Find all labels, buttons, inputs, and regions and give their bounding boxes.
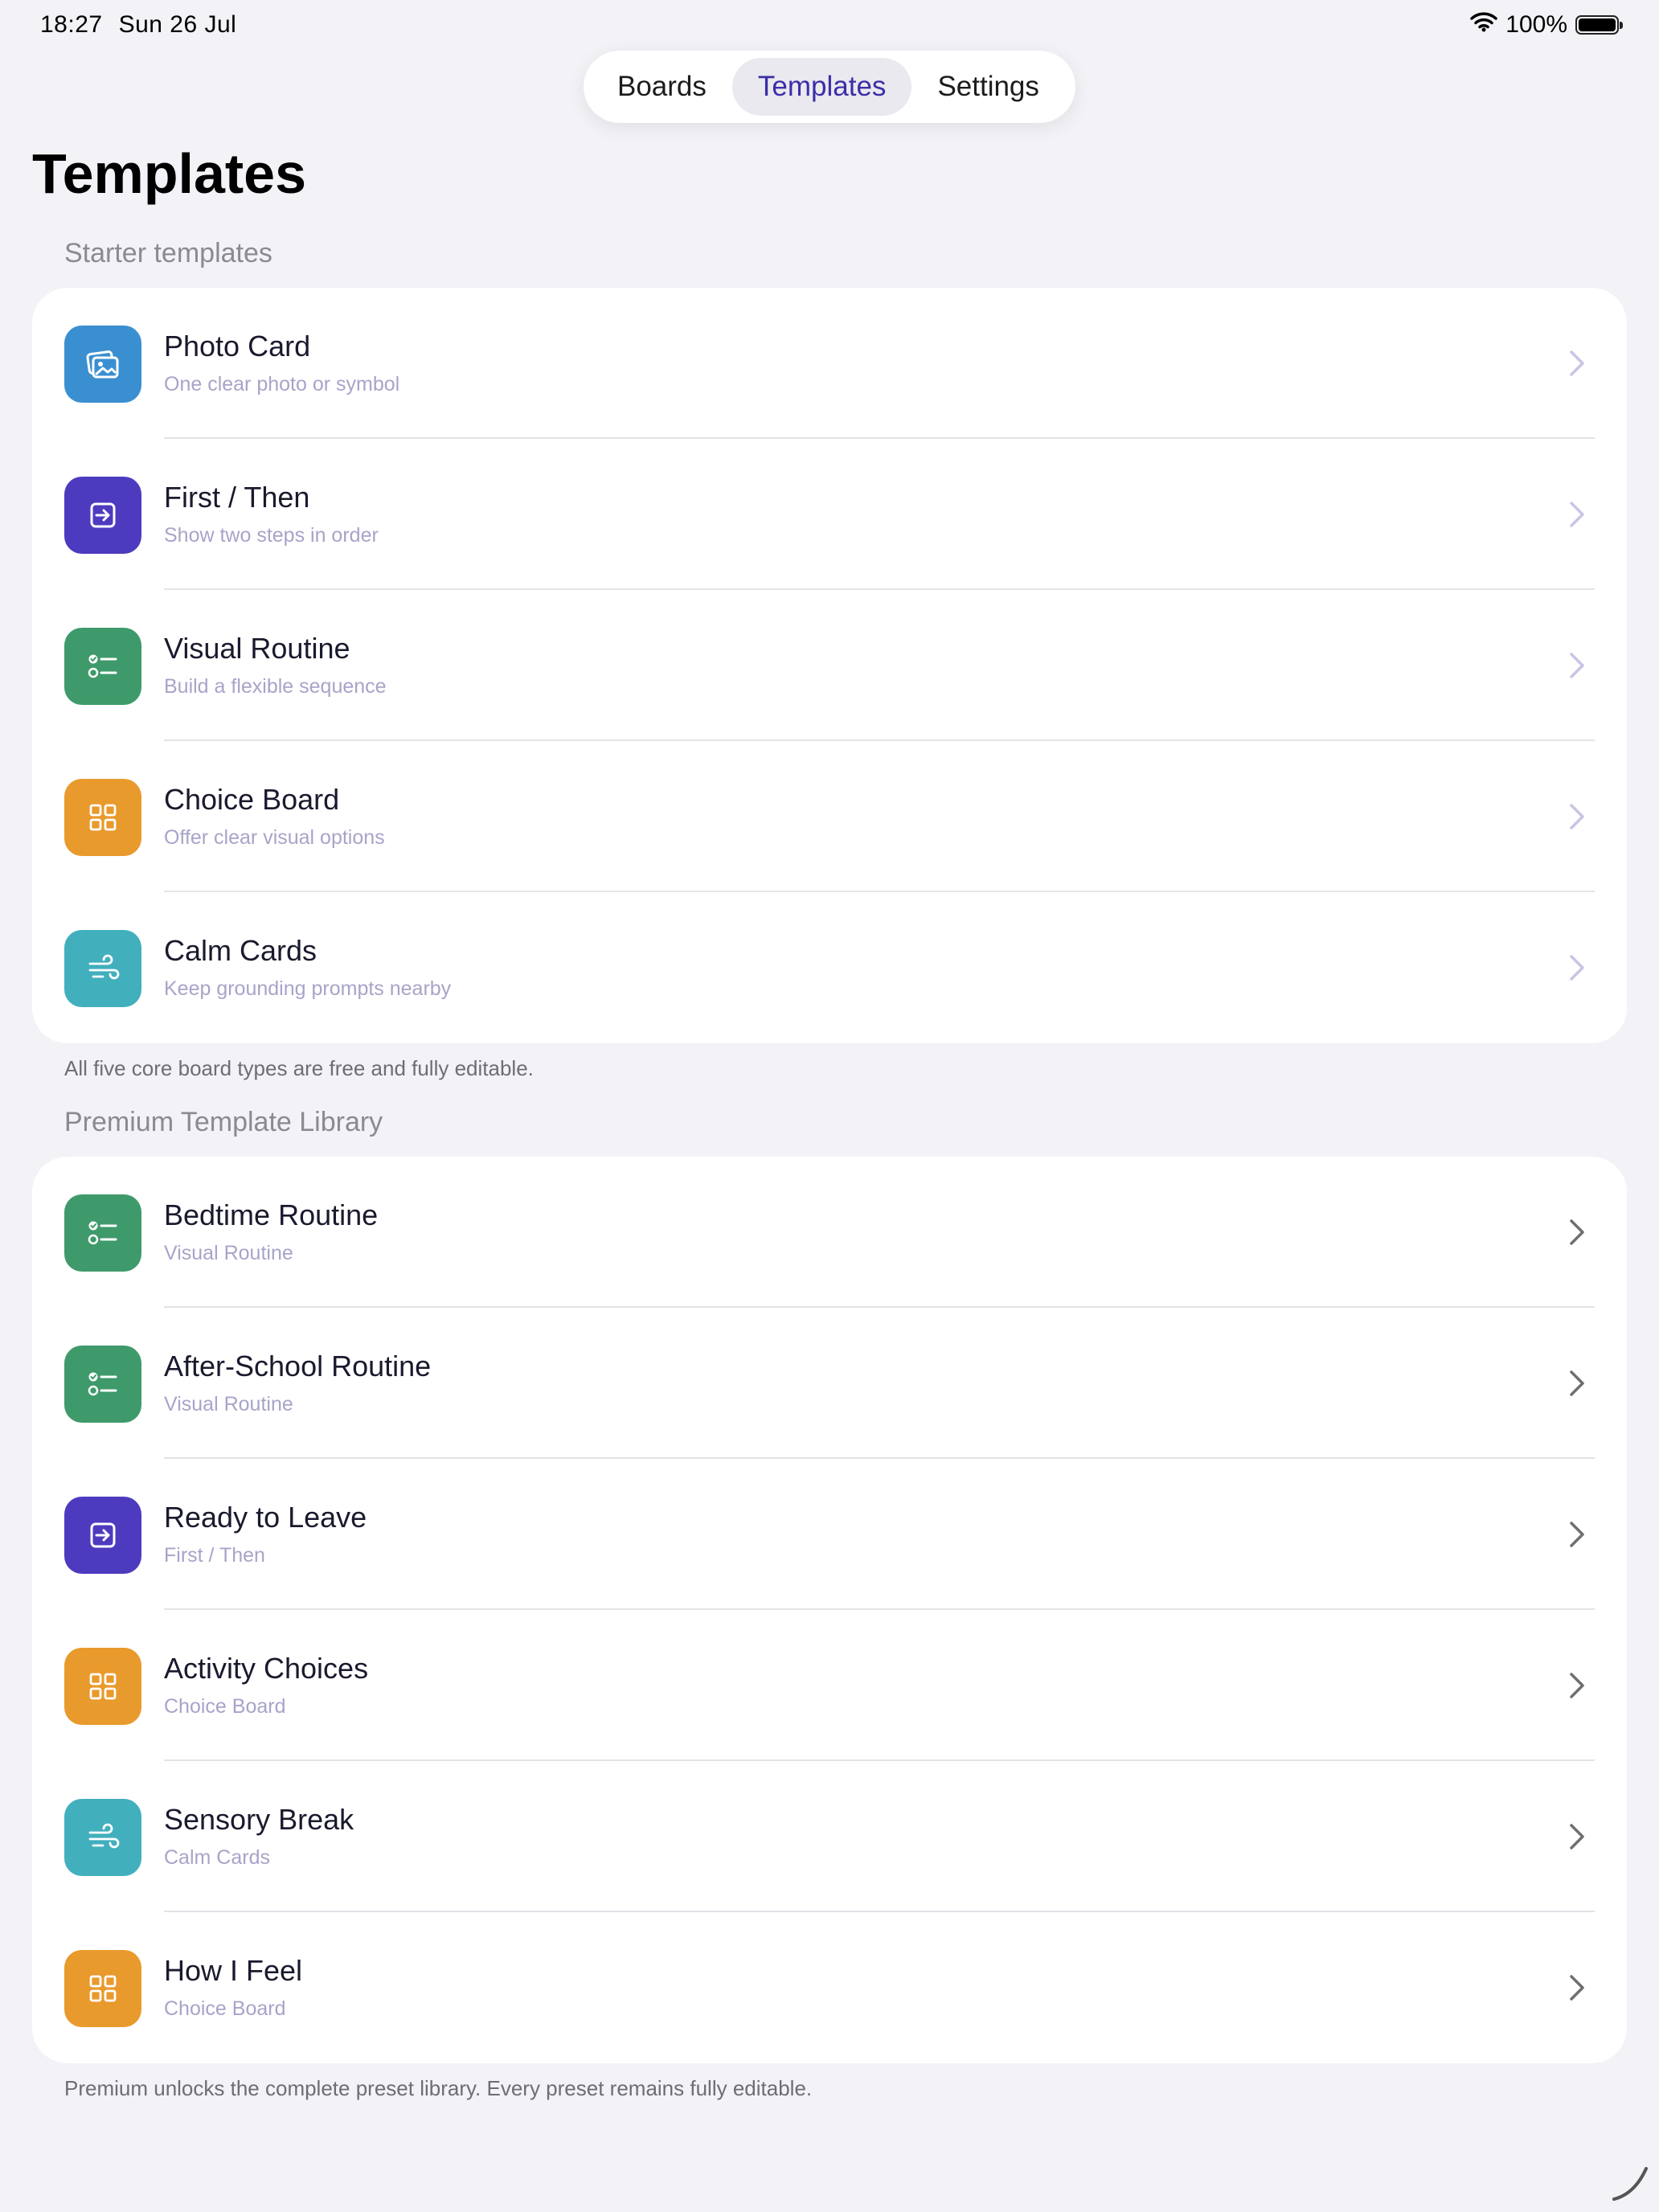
template-title: First / Then — [164, 481, 310, 514]
chevron-right-icon — [1561, 649, 1593, 682]
status-time: 18:27 — [40, 11, 103, 38]
template-row-text: Ready to Leave First / Then — [164, 1501, 367, 1567]
template-row-text: How I Feel Choice Board — [164, 1954, 302, 2021]
grid-icon — [64, 779, 141, 856]
template-subtitle: Keep grounding prompts nearby — [164, 977, 452, 1000]
chevron-right-icon — [1561, 1972, 1593, 2004]
template-title: How I Feel — [164, 1954, 303, 1987]
wind-icon — [64, 1799, 141, 1876]
tab-settings[interactable]: Settings — [911, 58, 1064, 116]
template-row-first-then[interactable]: First / Then Show two steps in order — [32, 439, 1627, 590]
template-row-activity-choices[interactable]: Activity Choices Choice Board — [32, 1610, 1627, 1761]
chevron-right-icon — [1561, 1669, 1593, 1702]
template-row-text: Activity Choices Choice Board — [164, 1652, 368, 1718]
template-subtitle: Visual Routine — [164, 1242, 293, 1264]
template-subtitle: Build a flexible sequence — [164, 675, 387, 698]
template-row-text: First / Then Show two steps in order — [164, 481, 379, 547]
template-title: Calm Cards — [164, 934, 317, 967]
starter-section-header: Starter templates — [64, 238, 272, 268]
chevron-right-icon — [1561, 498, 1593, 530]
template-row-text: Visual Routine Build a flexible sequence — [164, 632, 387, 698]
status-bar: 18:27 Sun 26 Jul 100% — [0, 0, 1659, 51]
template-row-ready-to-leave[interactable]: Ready to Leave First / Then — [32, 1459, 1627, 1610]
template-subtitle: One clear photo or symbol — [164, 373, 400, 395]
chevron-right-icon — [1561, 1216, 1593, 1248]
chevron-right-icon — [1561, 801, 1593, 833]
chevron-right-icon — [1561, 1821, 1593, 1853]
template-row-text: Choice Board Offer clear visual options — [164, 783, 385, 850]
premium-templates-card: Bedtime Routine Visual Routine After-Schoo… — [32, 1157, 1627, 2063]
template-row-calm-cards[interactable]: Calm Cards Keep grounding prompts nearby — [32, 892, 1627, 1043]
template-subtitle: Choice Board — [164, 1695, 286, 1718]
template-subtitle: Choice Board — [164, 1997, 286, 2020]
template-subtitle: First / Then — [164, 1544, 265, 1567]
template-row-choice-board[interactable]: Choice Board Offer clear visual options — [32, 741, 1627, 892]
page-title: Templates — [32, 142, 307, 205]
checklist-icon — [64, 1346, 141, 1423]
template-row-after-school-routine[interactable]: After-School Routine Visual Routine — [32, 1308, 1627, 1459]
wifi-icon — [1470, 11, 1498, 39]
template-title: Visual Routine — [164, 632, 350, 665]
starter-section-footer: All five core board types are free and f… — [64, 1056, 534, 1080]
template-row-visual-routine[interactable]: Visual Routine Build a flexible sequence — [32, 590, 1627, 741]
chevron-right-icon — [1561, 1518, 1593, 1550]
template-row-how-i-feel[interactable]: How I Feel Choice Board — [32, 1912, 1627, 2063]
template-row-photo-card[interactable]: Photo Card One clear photo or symbol — [32, 288, 1627, 439]
template-title: Ready to Leave — [164, 1501, 367, 1534]
premium-section-footer: Premium unlocks the complete preset libr… — [64, 2076, 813, 2100]
template-row-sensory-break[interactable]: Sensory Break Calm Cards — [32, 1761, 1627, 1912]
wind-icon — [64, 930, 141, 1007]
pencil-stroke-icon — [1609, 2164, 1651, 2206]
template-row-text: Calm Cards Keep grounding prompts nearby — [164, 934, 451, 1001]
battery-icon — [1575, 15, 1623, 35]
checklist-icon — [64, 628, 141, 705]
status-indicators: 100% — [1470, 11, 1623, 39]
arrow-in-box-icon — [64, 1497, 141, 1574]
tab-switcher: Boards Templates Settings — [584, 51, 1075, 123]
template-title: Bedtime Routine — [164, 1198, 379, 1231]
chevron-right-icon — [1561, 1367, 1593, 1399]
grid-icon — [64, 1648, 141, 1725]
tab-templates[interactable]: Templates — [731, 58, 912, 116]
template-subtitle: Show two steps in order — [164, 524, 379, 547]
template-subtitle: Visual Routine — [164, 1393, 293, 1415]
status-clock: 18:27 Sun 26 Jul — [40, 11, 236, 39]
template-title: Choice Board — [164, 783, 340, 816]
template-title: Sensory Break — [164, 1803, 354, 1836]
tab-boards[interactable]: Boards — [592, 58, 732, 116]
grid-icon — [64, 1950, 141, 2027]
chevron-right-icon — [1561, 952, 1593, 984]
template-subtitle: Offer clear visual options — [164, 826, 385, 849]
premium-section-header: Premium Template Library — [64, 1107, 383, 1137]
template-row-text: Bedtime Routine Visual Routine — [164, 1198, 378, 1265]
template-row-text: Sensory Break Calm Cards — [164, 1803, 354, 1870]
chevron-right-icon — [1561, 347, 1593, 379]
template-title: Activity Choices — [164, 1652, 369, 1685]
photo-icon — [64, 326, 141, 403]
starter-templates-card: Photo Card One clear photo or symbol First… — [32, 288, 1627, 1043]
template-row-text: Photo Card One clear photo or symbol — [164, 330, 399, 396]
template-title: After-School Routine — [164, 1350, 432, 1382]
status-date: Sun 26 Jul — [118, 11, 237, 38]
template-title: Photo Card — [164, 330, 311, 363]
template-subtitle: Calm Cards — [164, 1846, 270, 1869]
battery-percentage: 100% — [1505, 11, 1567, 38]
template-row-bedtime-routine[interactable]: Bedtime Routine Visual Routine — [32, 1157, 1627, 1308]
template-row-text: After-School Routine Visual Routine — [164, 1350, 431, 1416]
arrow-in-box-icon — [64, 477, 141, 554]
checklist-icon — [64, 1194, 141, 1272]
